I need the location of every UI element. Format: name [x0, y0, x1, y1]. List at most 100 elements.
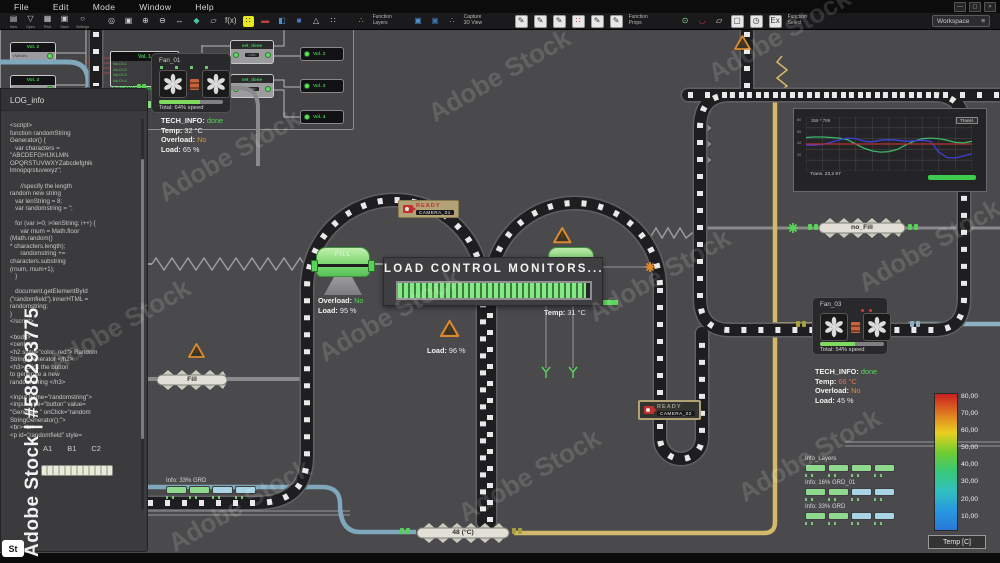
chart-corner-label: 356 * 789: [811, 118, 831, 123]
tank-pedestal: [324, 277, 362, 295]
ruler-icon[interactable]: ▬: [260, 16, 271, 27]
magnifier-icon[interactable]: ⊙: [680, 16, 691, 27]
fan03-fans: [820, 313, 891, 341]
log-tab-button[interactable]: B1: [67, 444, 76, 453]
load-control-overlay: LOAD CONTROL MONITORS...: [383, 257, 603, 306]
alert-dots: [861, 309, 864, 312]
camera-name: CAMERA_01: [416, 210, 454, 215]
zoom-in-icon[interactable]: ⊕: [140, 16, 151, 27]
info-group: Info_Layers: [805, 456, 897, 477]
info-bar: [828, 488, 849, 496]
overload-label: Overload:: [318, 296, 353, 305]
menu-item[interactable]: Edit: [53, 2, 69, 12]
app-window: File Edit Mode Window Help — ▢ × ▤ New ▽ Open ▦ P…: [0, 0, 1000, 563]
menu-item[interactable]: Mode: [93, 2, 115, 12]
camera-badge-1[interactable]: READY CAMERA_01: [398, 200, 459, 218]
function-icon[interactable]: f(x): [225, 16, 237, 27]
zoom-out-icon[interactable]: ⊖: [157, 16, 168, 27]
fan01-fans: [159, 70, 230, 98]
info-dots: [166, 496, 258, 499]
check-pen-icon-2[interactable]: ✎: [609, 14, 623, 28]
info-bar: [805, 464, 826, 472]
minimize-button[interactable]: —: [954, 2, 966, 12]
temp-tick-label: 40,00: [961, 461, 979, 469]
info-dots: [805, 474, 897, 477]
temp-gradient-bar: [934, 393, 958, 531]
menu-icon: ≡: [981, 17, 985, 25]
scatter-icon[interactable]: ∴: [356, 16, 367, 27]
temp-label: Temp:: [544, 307, 566, 317]
capture-3d-label[interactable]: Capture 3D View: [464, 14, 498, 27]
load-label: Load:: [318, 305, 338, 315]
load-value: 95 %: [339, 305, 357, 315]
temp-tick-label: 30,00: [961, 478, 979, 486]
fill-capsule[interactable]: Fill: [156, 368, 228, 392]
layout-icon[interactable]: ◧: [277, 16, 288, 27]
capture-dots-icon[interactable]: ∴: [447, 16, 458, 27]
pen-box-icon-2[interactable]: ✎: [533, 14, 547, 28]
parallelogram-icon[interactable]: ▱: [714, 16, 725, 27]
info-dots: [805, 522, 897, 525]
pen-box-icon-1[interactable]: ✎: [514, 14, 528, 28]
perspective-icon[interactable]: ▱: [208, 16, 219, 27]
temp-tick-label: 80,00: [961, 393, 979, 400]
function-select-label[interactable]: Function Select: [788, 14, 822, 27]
square-icon[interactable]: ▢: [730, 14, 744, 28]
fan01-tech-info: TECH_INFO: done Temp: 32 °C Overload: No…: [161, 116, 223, 155]
function-props-label[interactable]: Function Props: [629, 14, 663, 27]
temp-value: 32 °C: [184, 125, 203, 135]
cube-icon[interactable]: ◆: [191, 16, 202, 27]
overload-label: Overload:: [815, 386, 850, 396]
camera-badge-2[interactable]: READY CAMERA_02: [638, 400, 701, 420]
temp-unit-label: Temp [C]: [928, 535, 986, 549]
check-pen-icon-1[interactable]: ✎: [590, 14, 604, 28]
function-layers-label[interactable]: Function Layers: [373, 14, 407, 27]
history-icon[interactable]: ◷: [749, 14, 763, 28]
info-bar: [874, 512, 895, 520]
menu-item[interactable]: Help: [195, 2, 214, 12]
window-controls: — ▢ ×: [954, 2, 996, 12]
layers-add-icon[interactable]: ▣: [413, 16, 424, 27]
close-button[interactable]: ×: [984, 2, 996, 12]
u-shape-icon[interactable]: ◡: [697, 16, 708, 27]
pen-box-icon-3[interactable]: ✎: [552, 14, 566, 28]
fan01-speed-bar: [159, 100, 223, 104]
toolbar-group-view-tools: ◎ ▣ ⊕ ⊖ ↔ ◆ ▱ f(x) ∷ ▬ ◧ ■ △ ∷: [106, 15, 339, 27]
fill-tank[interactable]: FILL: [311, 247, 375, 295]
menu-item[interactable]: Window: [139, 2, 171, 12]
toolbar-group-function-layers: ∴ Function Layers ▣ ▣ ∴ Capture 3D View: [356, 14, 498, 27]
restore-button[interactable]: ▢: [969, 2, 981, 12]
menu-item[interactable]: File: [14, 2, 29, 12]
tank-port: [311, 260, 318, 272]
print-icon[interactable]: ▦ Print: [42, 13, 53, 29]
info-group-label: Info: 33% GRD: [166, 478, 207, 484]
info-bar: [189, 486, 210, 494]
panel-icon[interactable]: ■: [294, 16, 305, 27]
camera-icon: [644, 406, 657, 414]
temp-tick-label: 70,00: [961, 410, 979, 418]
dots-box-icon[interactable]: ∷: [571, 14, 585, 28]
nofill-capsule[interactable]: no_Fill: [818, 216, 906, 240]
settings-icon[interactable]: ○ Settings: [76, 13, 89, 29]
workspace-button[interactable]: Workspace ≡: [932, 15, 990, 27]
prism-icon[interactable]: △: [311, 16, 322, 27]
info-bar: [874, 464, 895, 472]
target-icon[interactable]: ◎: [106, 16, 117, 27]
new-file-icon[interactable]: ▤ New: [8, 13, 19, 29]
grid-icon[interactable]: ∷: [328, 16, 339, 27]
temp-value: 31 °C: [567, 307, 586, 317]
temp-capsule[interactable]: 48 (°C): [416, 521, 510, 545]
toolbar-group-file-ops: ▤ New ▽ Open ▦ Print ▣ Save ○ Settings: [8, 13, 89, 29]
fan-icon: [159, 70, 187, 98]
exp-icon[interactable]: Ex: [768, 14, 782, 28]
dice-icon[interactable]: ∷: [242, 15, 254, 27]
pan-icon[interactable]: ↔: [174, 16, 185, 27]
save-icon[interactable]: ▣ Save: [59, 13, 70, 29]
open-file-icon[interactable]: ▽ Open: [25, 13, 36, 29]
chart-legend[interactable]: Transl.: [956, 117, 978, 124]
layers-icon[interactable]: ▣: [430, 16, 441, 27]
log-tab-button[interactable]: A1: [43, 444, 52, 453]
image-icon[interactable]: ▣: [123, 16, 134, 27]
scrollbar-thumb[interactable]: [141, 159, 144, 439]
log-tab-button[interactable]: C2: [91, 444, 101, 453]
